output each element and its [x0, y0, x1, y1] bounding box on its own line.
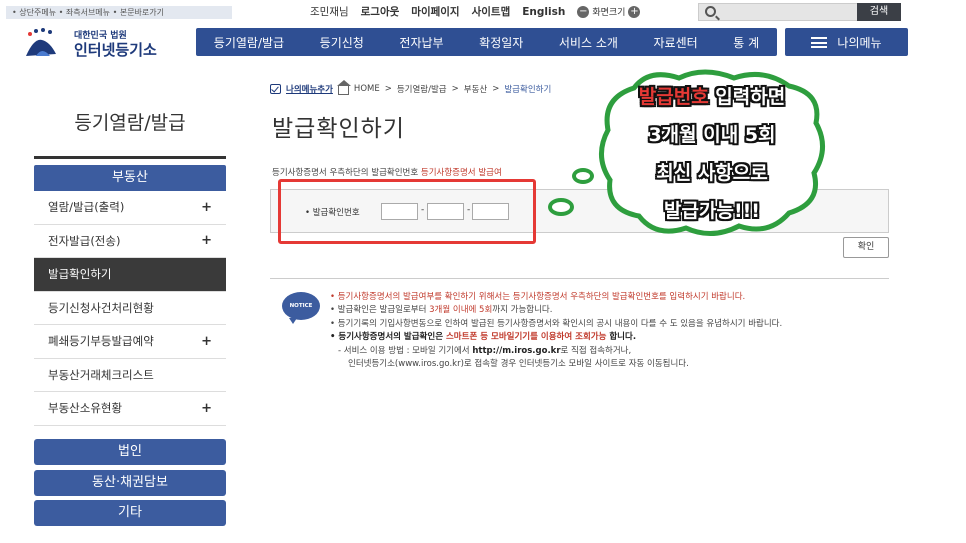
plus-icon[interactable]: + — [201, 200, 212, 215]
sitemap-link[interactable]: 사이트맵 — [472, 4, 511, 19]
plus-icon[interactable]: + — [201, 233, 212, 248]
nav-item-service[interactable]: 서비스 소개 — [559, 34, 618, 51]
notice-item: • 등기기록의 기입사항변동으로 인하여 발급된 등기사항증명서와 확인시의 공… — [330, 318, 783, 329]
nav-item-payment[interactable]: 전자납부 — [399, 34, 443, 51]
breadcrumb-current: 발급확인하기 — [504, 85, 552, 95]
notice-text: • 등기사항증명서의 발급확인은 — [330, 332, 446, 343]
sidebar-item-checklist[interactable]: 부동산거래체크리스트 — [34, 359, 226, 392]
sidebar-item-label: 폐쇄등기부등발급예약 — [48, 334, 154, 349]
sidebar-item-case-status[interactable]: 등기신청사건처리현황 — [34, 292, 226, 325]
notice-icon: NOTICE — [282, 292, 320, 324]
breadcrumb-issue[interactable]: 등기열람/발급 — [397, 83, 447, 95]
nav-item-apply[interactable]: 등기신청 — [320, 34, 364, 51]
sidebar-item-label: 부동산거래체크리스트 — [48, 367, 154, 382]
notice-text: - 서비스 이용 방법 : 모바일 기기에서 — [338, 345, 473, 356]
logo-title: 인터넷등기소 — [74, 41, 157, 59]
sidebar-item-ownership[interactable]: 부동산소유현황 + — [34, 392, 226, 426]
notice-text: 합니다. — [606, 332, 637, 343]
hamburger-icon — [811, 36, 828, 48]
search-input[interactable] — [698, 3, 858, 21]
english-link[interactable]: English — [522, 6, 565, 18]
sidebar-list: 열람/발급(출력) + 전자발급(전송) + 발급확인하기 등기신청사건처리현황… — [34, 191, 226, 426]
notice-divider — [270, 278, 889, 279]
nav-item-issue[interactable]: 등기열람/발급 — [214, 34, 284, 51]
notice-highlight: 스마트폰 등 모바일기기를 이용하여 조회가능 — [445, 332, 607, 343]
annotation-bubble: 발급번호 입력하면 3개월 이내 5회 최신 사항으로 발급가능!!! — [594, 68, 830, 240]
skip-links[interactable]: • 상단주메뉴 • 좌측서브메뉴 • 본문바로가기 — [6, 6, 232, 19]
notice-item: • 등기사항증명서의 발급여부를 확인하기 위해서는 등기사항증명서 우측하단의… — [330, 292, 746, 302]
notice-item: • 등기사항증명서의 발급확인은 스마트폰 등 모바일기기를 이용하여 조회가능… — [330, 332, 890, 343]
sidebar-title: 등기열람/발급 — [74, 112, 186, 134]
zoom-out-icon[interactable]: − — [577, 5, 590, 18]
home-icon[interactable] — [336, 80, 351, 95]
notice-item: - 서비스 이용 방법 : 모바일 기기에서 http://m.iros.go.… — [330, 346, 890, 357]
breadcrumb-realestate[interactable]: 부동산 — [464, 83, 487, 95]
zoom-label: 화면크기 — [592, 8, 626, 18]
breadcrumb: 나의메뉴추가 HOME > 등기열람/발급 > 부동산 > 발급확인하기 — [270, 80, 552, 95]
bubble-tail-small — [548, 198, 574, 216]
page-title: 발급확인하기 — [272, 116, 405, 142]
my-menu-button[interactable]: 나의메뉴 — [785, 28, 908, 56]
notice-text: 까지 가능합니다. — [492, 305, 553, 316]
description-link[interactable]: 등기사항증명서 발급여 — [421, 168, 502, 178]
zoom-in-icon[interactable]: + — [628, 5, 641, 18]
sidebar-item-verify-issue[interactable]: 발급확인하기 — [34, 258, 226, 292]
mypage-link[interactable]: 마이페이지 — [411, 4, 459, 19]
annotation-line-4: 발급가능!!! — [664, 200, 760, 222]
sidebar-item-label: 부동산소유현황 — [48, 401, 123, 416]
highlight-box — [278, 179, 536, 244]
court-logo-icon — [26, 28, 56, 56]
sidebar-item-label: 발급확인하기 — [48, 267, 112, 282]
search-icon — [705, 6, 716, 17]
notice-highlight: 3개월 이내에 5회 — [429, 305, 493, 316]
notice-list: • 등기사항증명서의 발급여부를 확인하기 위해서는 등기사항증명서 우측하단의… — [330, 292, 890, 373]
site-logo[interactable]: 대한민국 법원 인터넷등기소 — [20, 26, 180, 60]
sidebar-item-label: 열람/발급(출력) — [48, 200, 125, 215]
breadcrumb-sep: > — [451, 84, 459, 94]
sidebar-item-label: 전자발급(전송) — [48, 233, 121, 248]
add-my-menu-link[interactable]: 나의메뉴추가 — [286, 83, 333, 95]
annotation-line-3: 최신 사항으로 — [656, 162, 768, 184]
sidebar-section-other[interactable]: 기타 — [34, 500, 226, 526]
notice-item: • 발급확인은 발급일로부터 3개월 이내에 5회까지 가능합니다. — [330, 305, 890, 316]
nav-item-stats[interactable]: 통 계 — [733, 34, 759, 51]
sidebar-item-view-issue[interactable]: 열람/발급(출력) + — [34, 191, 226, 225]
sidebar-item-label: 등기신청사건처리현황 — [48, 300, 154, 315]
plus-icon[interactable]: + — [201, 401, 212, 416]
logout-link[interactable]: 로그아웃 — [361, 4, 400, 19]
sidebar-section-realestate[interactable]: 부동산 — [34, 165, 226, 191]
annotation-text: 입력하면 — [708, 86, 786, 108]
description-text: 등기사항증명서 우측하단의 발급확인번호 — [272, 168, 421, 178]
user-name: 조민재님 — [310, 6, 349, 18]
check-icon — [270, 84, 281, 94]
annotation-line-1: 발급번호 입력하면 — [594, 82, 830, 109]
annotation-line-2: 3개월 이내 5회 — [648, 124, 776, 146]
notice-item: 인터넷등기소(www.iros.go.kr)로 접속할 경우 인터넷등기소 모바… — [348, 359, 689, 370]
sidebar-divider — [34, 156, 226, 159]
breadcrumb-home[interactable]: HOME — [354, 84, 380, 94]
sidebar-item-closed-registry[interactable]: 폐쇄등기부등발급예약 + — [34, 325, 226, 359]
main-nav: 등기열람/발급 등기신청 전자납부 확정일자 서비스 소개 자료센터 통 계 — [196, 28, 777, 56]
annotation-highlight: 발급번호 — [638, 86, 709, 108]
sidebar-item-e-issue[interactable]: 전자발급(전송) + — [34, 225, 226, 258]
mobile-url-link[interactable]: http://m.iros.go.kr — [472, 346, 560, 356]
notice-text: 로 직접 접속하거나, — [560, 345, 632, 356]
sidebar-section-movable[interactable]: 동산·채권담보 — [34, 470, 226, 496]
notice-text: • 발급확인은 발급일로부터 — [330, 305, 430, 316]
breadcrumb-sep: > — [384, 84, 392, 94]
nav-item-resources[interactable]: 자료센터 — [654, 34, 698, 51]
utility-bar: 조민재님 로그아웃 마이페이지 사이트맵 English − 화면크기 + — [310, 4, 641, 19]
search-button[interactable]: 검색 — [857, 3, 901, 21]
my-menu-label: 나의메뉴 — [837, 35, 882, 50]
sidebar-section-corporation[interactable]: 법인 — [34, 439, 226, 465]
page-description: 등기사항증명서 우측하단의 발급확인번호 등기사항증명서 발급여 — [272, 166, 502, 178]
plus-icon[interactable]: + — [201, 334, 212, 349]
zoom-control: − 화면크기 + — [577, 5, 641, 18]
breadcrumb-sep: > — [492, 84, 500, 94]
confirm-button[interactable]: 확인 — [843, 237, 889, 258]
bubble-tail-large — [572, 168, 594, 184]
nav-item-fixed-date[interactable]: 확정일자 — [479, 34, 523, 51]
